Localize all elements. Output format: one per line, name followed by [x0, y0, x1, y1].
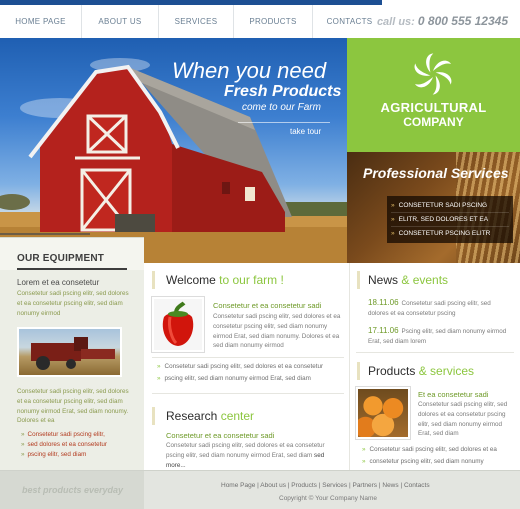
services-title: Professional Services: [363, 165, 509, 181]
column-divider: [349, 263, 350, 470]
divider: [152, 393, 344, 394]
news-title-bar: [357, 271, 360, 289]
phone-number: 0 800 555 12345: [417, 14, 508, 28]
nav-contacts[interactable]: CONTACTS: [313, 5, 386, 38]
footer-slogan: best products everyday: [22, 485, 124, 495]
hero-tagline: come to our Farm: [242, 102, 321, 113]
welcome-title: Welcome to our farm !: [166, 273, 284, 287]
footer-links: Home Page | About us | Products | Servic…: [221, 482, 430, 489]
arrow-icon: »: [391, 202, 395, 209]
footer-link-products[interactable]: Products: [291, 482, 317, 489]
services-list: » CONSETETUR SADI PSCING » ELITR, SED DOLO…: [387, 196, 513, 243]
hero-subheadline: Fresh Products: [224, 83, 342, 100]
footer-link-services[interactable]: Services: [322, 482, 347, 489]
footer-link-partners[interactable]: Partners: [352, 482, 377, 489]
nav-about[interactable]: ABOUT US: [82, 5, 159, 38]
research-body: Consetetur sadi pscing elitr, sed dolore…: [166, 442, 325, 469]
arrow-icon: »: [391, 230, 395, 237]
nav-services[interactable]: SERVICES: [159, 5, 234, 38]
equipment-sidebar: OUR EQUIPMENT Lorem et ea consetetur Con…: [0, 237, 144, 470]
news-date: 18.11.06: [368, 298, 399, 307]
hero-banner: When you need Fresh Products come to our…: [0, 38, 347, 263]
nav-home[interactable]: HOME PAGE: [0, 5, 82, 38]
research-title: Research center: [166, 409, 255, 423]
news-date: 17.11.06: [368, 326, 399, 335]
products-body: Consetetur sadi pscing elitr, sed dolore…: [418, 401, 508, 438]
footer-link-about[interactable]: About us: [260, 482, 286, 489]
footer-link-contacts[interactable]: Contacts: [404, 482, 430, 489]
divider: [152, 357, 344, 358]
sidebar-paragraph-2: Consetetur sadi pscing elitr, sed dolore…: [17, 388, 129, 425]
products-link[interactable]: » consetetur pscing elitr, sed diam nonum…: [362, 456, 497, 468]
pumpkins-image: [356, 387, 410, 439]
service-item[interactable]: » CONSETETUR SADI PSCING: [391, 199, 509, 213]
call-us-label: call us:: [376, 16, 415, 28]
bullet-icon: »: [21, 431, 25, 438]
bullet-icon: »: [362, 446, 366, 453]
top-bar: HOME PAGE ABOUT US SERVICES PRODUCTS CON…: [0, 0, 520, 38]
news-item[interactable]: 18.11.06 Consetetur sadi pscing elitr, se…: [368, 298, 508, 319]
nav-products[interactable]: PRODUCTS: [234, 5, 313, 38]
products-heading: Et ea consetetur sadi: [418, 390, 489, 399]
sidebar-header: OUR EQUIPMENT: [0, 237, 144, 270]
professional-services-panel: Professional Services » CONSETETUR SADI P…: [347, 152, 520, 263]
brand-name-line2: COMPANY: [403, 115, 464, 129]
footer-link-news[interactable]: News: [382, 482, 398, 489]
service-item[interactable]: » CONSETETUR PSCING ELITR: [391, 227, 509, 240]
pinwheel-logo-icon: [414, 53, 452, 95]
main-nav: HOME PAGE ABOUT US SERVICES PRODUCTS CON…: [0, 5, 386, 38]
hero-headline: When you need: [172, 58, 327, 83]
sidebar-lead: Lorem et ea consetetur: [17, 278, 100, 287]
bullet-icon: »: [157, 363, 161, 370]
hero-divider: [238, 122, 330, 123]
harvester-image: [17, 327, 122, 377]
call-us: call us: 0 800 555 12345: [377, 14, 508, 28]
products-links: » Consetetur sadi pscing elitr, sed dolor…: [362, 444, 497, 468]
welcome-link[interactable]: » Consetetur sadi pscing elitr, sed dolor…: [157, 361, 323, 373]
company-logo-box[interactable]: AGRICULTURAL COMPANY: [347, 38, 520, 152]
sidebar-link[interactable]: » Consetetur sadi pscing elitr,: [21, 430, 107, 440]
welcome-body: Consetetur sadi pscing elitr, sed dolore…: [213, 313, 341, 350]
pepper-image: [152, 297, 204, 352]
bullet-icon: »: [21, 441, 25, 448]
sidebar-link[interactable]: » pscing elitr, sed diam: [21, 450, 107, 460]
research-title-bar: [152, 407, 155, 425]
footer: best products everyday Home Page | About…: [0, 470, 520, 509]
sidebar-links: » Consetetur sadi pscing elitr, » sed dolo…: [21, 430, 107, 460]
products-link[interactable]: » Consetetur sadi pscing elitr, sed dolor…: [362, 444, 497, 456]
take-tour-link[interactable]: take tour: [290, 127, 321, 136]
bullet-icon: »: [157, 375, 161, 382]
welcome-title-bar: [152, 271, 155, 289]
research-heading: Consetetur et ea consetetur sadi: [166, 431, 275, 440]
news-title: News & events: [368, 273, 449, 287]
news-item[interactable]: 17.11.06 Pscing elitr, sed diam nonumy ei…: [368, 326, 508, 347]
arrow-icon: »: [391, 216, 395, 223]
bullet-icon: »: [21, 451, 25, 458]
copyright: Copyright © Your Company Name: [279, 495, 378, 502]
welcome-heading: Consetetur et ea consetetur sadi: [213, 301, 322, 310]
footer-link-home[interactable]: Home Page: [221, 482, 255, 489]
bullet-icon: »: [362, 458, 366, 465]
products-title-bar: [357, 362, 360, 380]
service-item[interactable]: » ELITR, SED DOLORES ET EA: [391, 213, 509, 227]
sidebar-title-underline: [17, 268, 127, 270]
products-title: Products & services: [368, 364, 475, 378]
brand-name-line1: AGRICULTURAL: [380, 100, 487, 115]
welcome-links: » Consetetur sadi pscing elitr, sed dolor…: [157, 361, 323, 385]
footer-slogan-box: best products everyday: [0, 471, 144, 509]
sidebar-title: OUR EQUIPMENT: [17, 253, 105, 264]
divider: [356, 352, 514, 353]
welcome-link[interactable]: » pscing elitr, sed diam nonumy eirmod Er…: [157, 373, 323, 385]
sidebar-paragraph-1: Consetetur sadi pscing elitr, sed dolore…: [17, 290, 129, 317]
sidebar-link[interactable]: » sed dolores et ea consetetur: [21, 440, 107, 450]
